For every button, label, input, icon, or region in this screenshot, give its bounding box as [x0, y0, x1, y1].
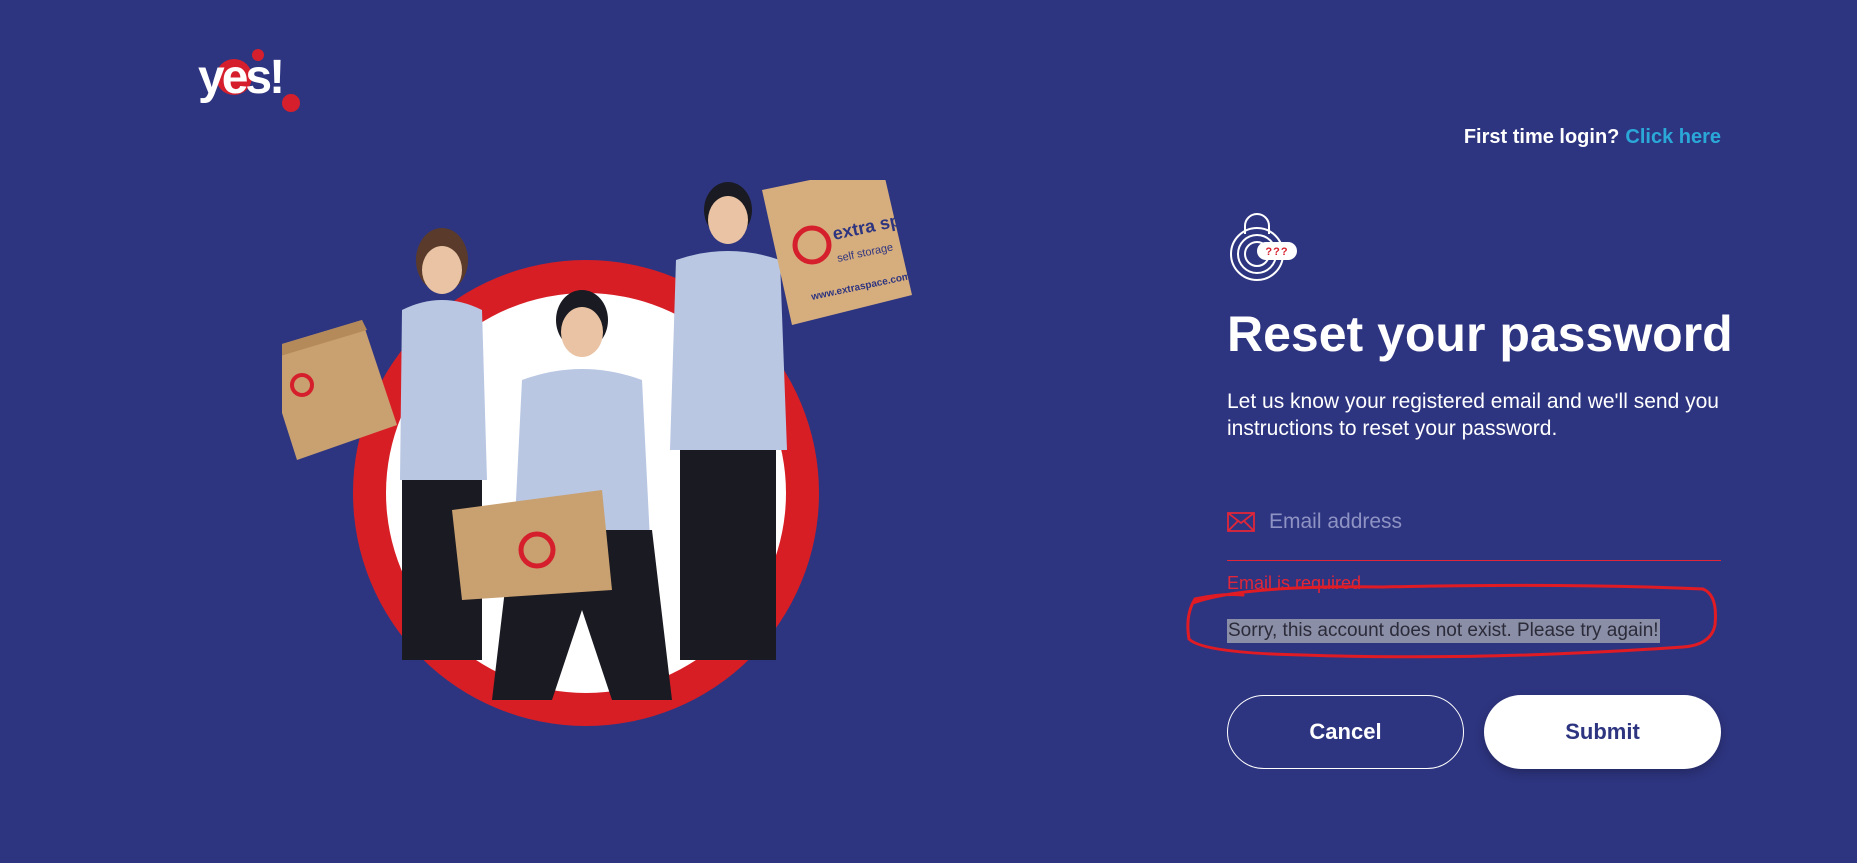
storage-box-right: extra space self storage www.extraspace.… [762, 180, 932, 325]
form-actions: Cancel Submit [1227, 695, 1721, 769]
page-title: Reset your password [1227, 306, 1733, 362]
first-time-label: First time login? [1463, 126, 1620, 148]
lock-badge-text: ??? [1265, 246, 1288, 258]
brand-logo[interactable]: yes! [196, 45, 316, 115]
red-annotation-scribble [1186, 583, 1717, 659]
email-input[interactable] [1269, 510, 1709, 534]
first-time-login: First time login? Click here [1464, 126, 1721, 149]
staff-with-boxes-image: extra space self storage www.extraspace.… [282, 180, 982, 780]
click-here-link[interactable]: Click here [1625, 126, 1721, 148]
page-description: Let us know your registered email and we… [1227, 390, 1719, 440]
staff-figures [400, 182, 787, 700]
mail-icon [1227, 512, 1255, 532]
yes-logo-graphic: yes! [198, 49, 300, 112]
hero-illustration: extra space self storage www.extraspace.… [282, 180, 932, 726]
lock-question-icon: ??? [1227, 208, 1299, 284]
logo-text: yes! [198, 51, 282, 104]
reset-password-panel: ??? Reset your password Let us know your… [1186, 208, 1733, 769]
cancel-button[interactable]: Cancel [1227, 695, 1464, 769]
submit-button[interactable]: Submit [1484, 695, 1721, 769]
account-error-box: Sorry, this account does not exist. Plea… [1186, 583, 1721, 667]
email-field-row [1227, 498, 1721, 561]
